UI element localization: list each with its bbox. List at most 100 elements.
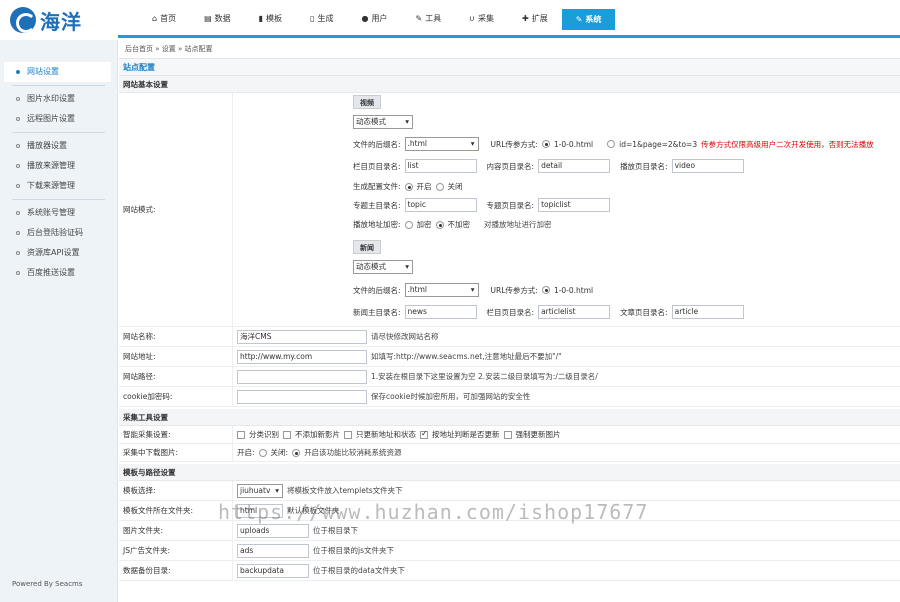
download-on-radio[interactable]: [258, 448, 267, 457]
video-mode-select[interactable]: 动态模式 ▾: [353, 115, 413, 129]
download-pic-row: 采集中下载图片: 开启: 关闭: 开启该功能比较消耗系统资源: [119, 444, 900, 462]
user-icon: ●: [361, 14, 369, 23]
topic-main-dir-input[interactable]: topic: [404, 198, 477, 212]
logo: 海洋: [0, 0, 118, 40]
video-url-opt2: id=1&page=2&to=3: [619, 139, 698, 149]
opt-category-checkbox[interactable]: [237, 430, 245, 439]
video-suffix-value: .html: [407, 139, 427, 148]
pic-folder-input[interactable]: uploads: [237, 523, 309, 538]
tab-5[interactable]: ✎ 工具: [401, 9, 455, 29]
video-suffix-select[interactable]: .html ▾: [404, 137, 479, 151]
tab-label: 首页: [160, 14, 177, 23]
video-play-dir-input[interactable]: video: [671, 159, 744, 173]
tab-0[interactable]: ⌂ 首页: [138, 9, 190, 29]
opt-judge-addr-checkbox[interactable]: [420, 429, 428, 439]
cookie-row: cookie加密码: 保存cookie时候加密所用，可加强网站的安全性: [119, 387, 900, 407]
js-folder-input[interactable]: ads: [237, 543, 309, 558]
video-list-dir-input[interactable]: list: [404, 159, 477, 173]
bullet-icon: [16, 251, 20, 255]
video-url-radio-dynamic[interactable]: [607, 140, 616, 148]
video-url-radio-static[interactable]: [541, 140, 550, 148]
bullet-icon: [16, 271, 20, 275]
sidebar-item-3[interactable]: 播放器设置: [4, 136, 117, 156]
news-main-dir-input[interactable]: news: [404, 305, 477, 319]
news-suffix-select[interactable]: .html ▾: [404, 283, 479, 297]
site-url-input[interactable]: http://www.my.com: [237, 349, 367, 364]
tab-label: 用户: [371, 14, 388, 23]
cookie-input[interactable]: [237, 389, 367, 404]
pic-folder-row: 图片文件夹: uploads 位于根目录下: [119, 521, 900, 541]
template-folder-label: 模板文件所在文件夹:: [119, 501, 233, 520]
sidebar-item-1[interactable]: 图片水印设置: [4, 89, 117, 109]
sidebar-item-6[interactable]: 系统账号管理: [4, 203, 117, 223]
site-path-input[interactable]: [237, 369, 367, 384]
group-collect-settings: 采集工具设置: [119, 409, 900, 426]
site-name-input[interactable]: 海洋CMS: [237, 329, 367, 344]
tab-1[interactable]: ▤ 数据: [190, 9, 245, 29]
download-hint: 开启该功能比较消耗系统资源: [304, 448, 402, 457]
gen-config-off-radio[interactable]: [435, 182, 444, 191]
news-list-dir-input[interactable]: articlelist: [538, 305, 611, 319]
js-folder-row: JS广告文件夹: ads 位于根目录的js文件夹下: [119, 541, 900, 561]
sidebar-item-9[interactable]: 百度推送设置: [4, 263, 117, 283]
sidebar-item-label: 下载来源管理: [27, 181, 75, 190]
news-article-dir-input[interactable]: article: [671, 305, 744, 319]
sidebar-item-4[interactable]: 播放来源管理: [4, 156, 117, 176]
news-suffix-label: 文件的后缀名:: [353, 285, 401, 295]
topic-page-dir-input[interactable]: topiclist: [538, 198, 611, 212]
video-detail-dir-input[interactable]: detail: [538, 159, 611, 173]
backup-folder-input[interactable]: backupdata: [237, 563, 309, 578]
tab-label: 数据: [214, 14, 231, 23]
news-url-radio[interactable]: [541, 286, 550, 294]
site-name-label: 网站名称:: [119, 327, 233, 346]
encrypt-hint: 对播放地址进行加密: [484, 220, 552, 229]
bullet-icon: [16, 97, 20, 101]
sidebar-item-label: 图片水印设置: [27, 94, 75, 103]
sidebar-item-8[interactable]: 资源库API设置: [4, 243, 117, 263]
tab-4[interactable]: ● 用户: [347, 9, 401, 29]
website-mode-label: 网站模式:: [119, 93, 233, 326]
sidebar-item-5[interactable]: 下载来源管理: [4, 176, 117, 196]
download-off-radio[interactable]: [292, 448, 301, 457]
gen-config-on-radio[interactable]: [404, 182, 413, 191]
tab-2[interactable]: ▮ 模板: [245, 9, 296, 29]
video-detail-dir-label: 内容页目录名:: [486, 161, 535, 171]
gen-on-label: 开启: [416, 182, 432, 191]
cookie-hint: 保存cookie时候加密所用，可加强网站的安全性: [371, 392, 531, 401]
template-folder-input[interactable]: html: [237, 503, 283, 518]
tab-6[interactable]: ∪ 采集: [455, 9, 508, 29]
video-url-opt1: 1-0-0.html: [553, 139, 594, 149]
file-icon: ▮: [258, 14, 264, 23]
tab-7[interactable]: ✚ 扩展: [508, 9, 562, 29]
sidebar-item-label: 系统账号管理: [27, 208, 75, 217]
tab-8[interactable]: ✎ 系统: [561, 9, 616, 30]
opt-force-pic-checkbox[interactable]: [503, 430, 512, 439]
cookie-label: cookie加密码:: [119, 387, 233, 406]
admin-app: 海洋 ⌂ 首页 ▤ 数据 ▮ 模板 ▯ 生成 ● 用户 ✎ 工具 ∪ 采集 ✚ 扩展 ✎ 系统 网站设置 图片水印设…: [0, 0, 900, 602]
bullet-icon: [16, 231, 20, 235]
opt-no-new-checkbox[interactable]: [283, 430, 291, 439]
sidebar-item-2[interactable]: 远程图片设置: [4, 109, 117, 129]
bullet-icon: [16, 144, 20, 148]
encrypt-off-radio[interactable]: [435, 220, 444, 229]
tab-3[interactable]: ▯ 生成: [296, 9, 347, 29]
news-url-label: URL传参方式:: [490, 285, 538, 295]
download-pic-label: 采集中下载图片:: [119, 444, 233, 461]
encrypt-on-radio[interactable]: [404, 220, 413, 229]
template-folder-hint: 默认模板文件夹: [287, 506, 340, 515]
opt-no-new-label: 不添加新影片: [295, 430, 340, 439]
main-content: 后台首页 » 设置 » 站点配置 站点配置 网站基本设置 网站模式: 视频 动态…: [119, 40, 900, 602]
video-list-dir-label: 栏目页目录名:: [353, 161, 401, 171]
news-mode-select[interactable]: 动态模式 ▾: [353, 260, 413, 274]
sidebar-divider: [12, 199, 105, 200]
group-template-settings: 模板与路径设置: [119, 464, 900, 481]
opt-update-addr-checkbox[interactable]: [344, 430, 352, 439]
sidebar-item-7[interactable]: 后台登陆验证码: [4, 223, 117, 243]
sidebar-item-label: 百度推送设置: [27, 268, 75, 277]
gen-config-label: 生成配置文件:: [353, 182, 401, 191]
edit-icon: ✎: [575, 14, 583, 24]
book-icon: ▤: [204, 14, 212, 23]
template-select[interactable]: jiuhuatv ▾: [237, 483, 283, 498]
sidebar-item-0[interactable]: 网站设置: [4, 62, 111, 82]
opt-update-addr-label: 只更新地址和状态: [356, 430, 416, 439]
